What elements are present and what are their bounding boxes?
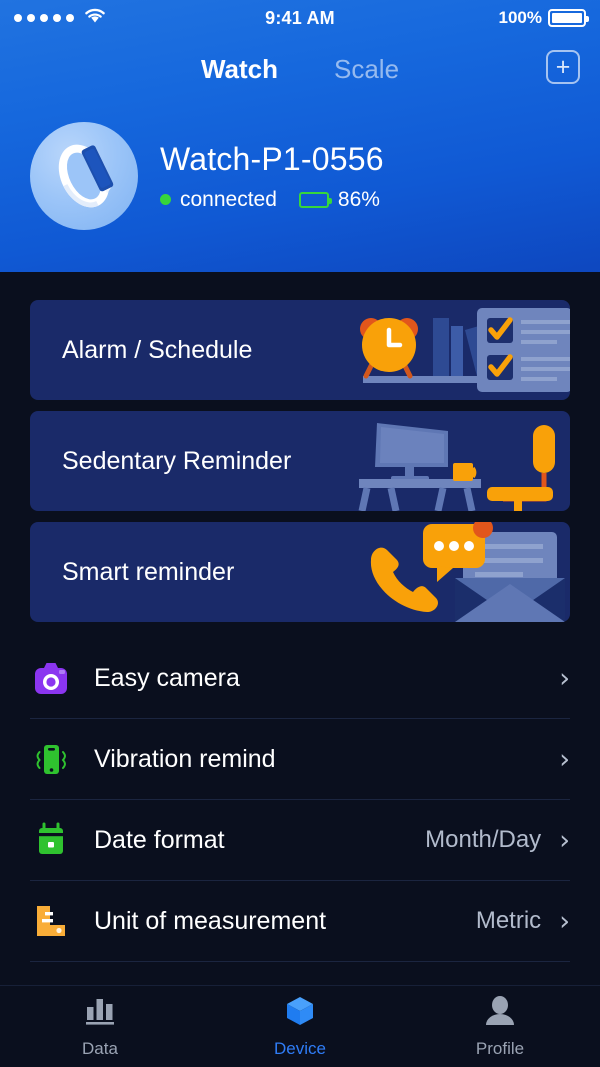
tab-watch[interactable]: Watch	[201, 54, 278, 85]
bar-chart-icon	[83, 995, 117, 1032]
signal-dot	[66, 14, 74, 22]
list-item-label: Unit of measurement	[94, 906, 327, 935]
device-name: Watch-P1-0556	[160, 140, 384, 177]
cube-icon	[283, 995, 317, 1032]
battery-percent-label: 100%	[498, 8, 542, 27]
tab-label: Data	[82, 1038, 118, 1058]
tab-profile[interactable]: Profile	[400, 995, 600, 1059]
plus-square-icon[interactable]: +	[546, 50, 580, 84]
person-icon	[483, 995, 517, 1032]
tab-data[interactable]: Data	[0, 995, 200, 1059]
chevron-right-icon: ›	[559, 824, 570, 856]
device-summary[interactable]: Watch-P1-0556 connected 86%	[0, 98, 600, 230]
list-item-value: Month/Day	[425, 826, 542, 853]
card-sedentary-reminder[interactable]: Sedentary Reminder	[30, 411, 570, 511]
feature-cards: Alarm / Schedule Sedentary Reminder Smar…	[0, 272, 600, 622]
header-tabs: Watch Scale +	[0, 40, 600, 98]
chevron-right-icon: ›	[559, 662, 570, 694]
wifi-icon	[84, 8, 106, 29]
list-item-unit-of-measurement[interactable]: Unit of measurement Metric ›	[30, 881, 570, 962]
signal-dot	[40, 14, 48, 22]
signal-dot	[27, 14, 35, 22]
ruler-icon	[30, 900, 72, 942]
header: 9:41 AM 100% Watch Scale + Watch-P1-0556…	[0, 0, 600, 272]
tab-device[interactable]: Device	[200, 995, 400, 1059]
battery-icon	[548, 9, 589, 27]
device-battery: 86%	[298, 187, 380, 212]
status-dot	[160, 194, 171, 205]
device-battery-percent: 86%	[337, 187, 380, 211]
signal-indicator	[14, 8, 106, 29]
list-item-label: Easy camera	[94, 663, 240, 692]
connection-status: connected	[180, 187, 277, 211]
list-item-date-format[interactable]: Date format Month/Day ›	[30, 800, 570, 881]
card-smart-reminder[interactable]: Smart reminder	[30, 522, 570, 622]
list-item-vibration-remind[interactable]: Vibration remind ›	[30, 719, 570, 800]
card-alarm-schedule[interactable]: Alarm / Schedule	[30, 300, 570, 400]
device-meta: Watch-P1-0556 connected 86%	[160, 141, 384, 212]
chevron-right-icon: ›	[559, 743, 570, 775]
tab-scale[interactable]: Scale	[334, 54, 399, 85]
phone-message-envelope-illustration	[355, 522, 570, 622]
tab-label: Profile	[475, 1038, 525, 1058]
battery-indicator: 100%	[498, 8, 589, 28]
card-title: Sedentary Reminder	[62, 446, 292, 475]
signal-dot	[53, 14, 61, 22]
tab-label: Device	[274, 1038, 326, 1058]
watch-band-icon	[30, 122, 138, 230]
alarm-clock-books-checklist-illustration	[355, 300, 570, 400]
list-item-easy-camera[interactable]: Easy camera ›	[30, 638, 570, 719]
list-item-value: Metric	[475, 907, 542, 934]
card-title: Alarm / Schedule	[62, 335, 253, 364]
desk-monitor-chair-illustration	[355, 411, 570, 511]
list-item-label: Vibration remind	[94, 744, 276, 773]
settings-list: Easy camera › Vibration remind › Date fo…	[0, 638, 600, 962]
camera-icon	[30, 657, 72, 699]
card-title: Smart reminder	[62, 557, 235, 586]
chevron-right-icon: ›	[559, 905, 570, 937]
bottom-tab-bar: Data Device Profile	[0, 985, 600, 1067]
calendar-icon	[30, 819, 72, 861]
list-item-label: Date format	[94, 825, 225, 854]
vibration-phone-icon	[30, 738, 72, 780]
signal-dot	[14, 14, 22, 22]
battery-icon	[298, 191, 332, 208]
status-bar: 9:41 AM 100%	[0, 0, 600, 36]
app-screen: 9:41 AM 100% Watch Scale + Watch-P1-0556…	[0, 0, 600, 1067]
